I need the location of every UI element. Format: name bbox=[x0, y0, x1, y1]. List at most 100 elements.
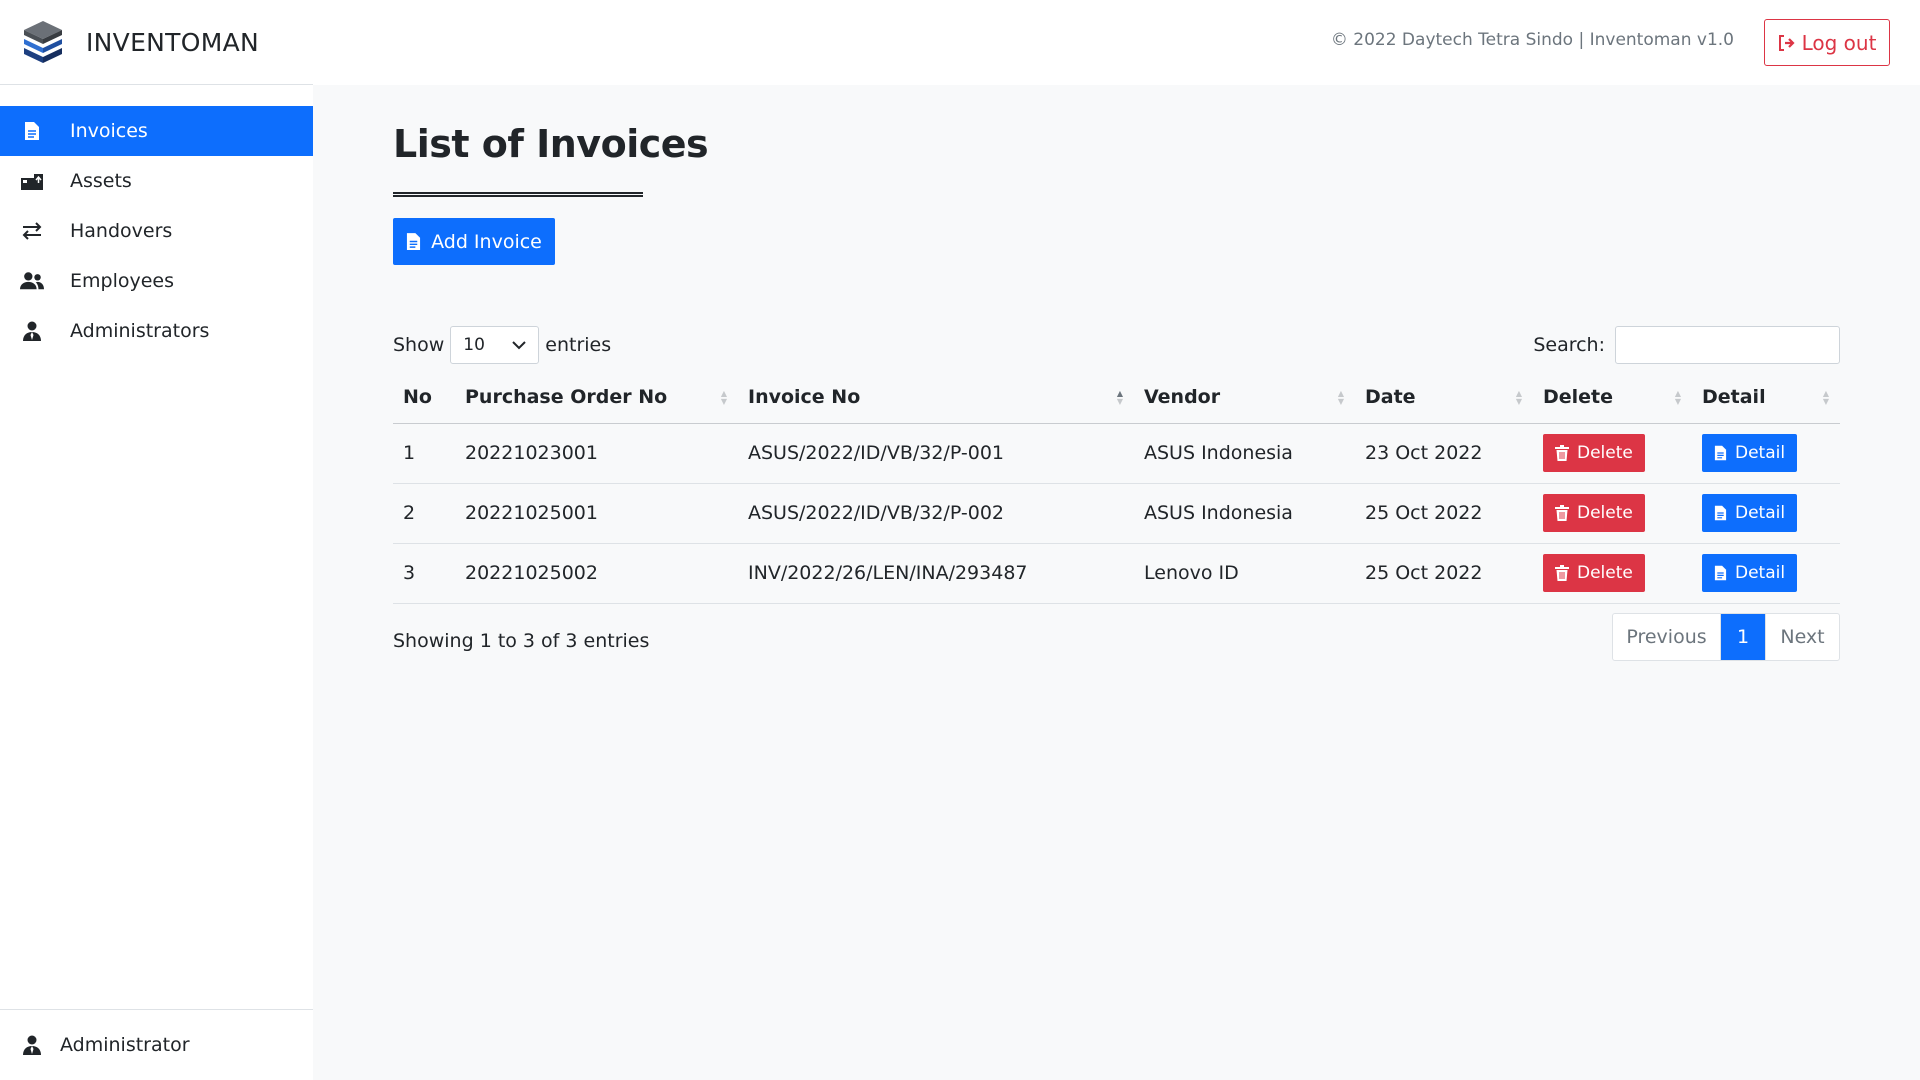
col-po-header[interactable]: Purchase Order No ▲ ▼ bbox=[455, 372, 738, 424]
search-input[interactable] bbox=[1615, 326, 1840, 364]
cell-invoice: ASUS/2022/ID/VB/32/P-002 bbox=[738, 483, 1134, 544]
sidebar-item-handovers[interactable]: Handovers bbox=[0, 206, 313, 256]
page-length-control: Show 10 entries bbox=[393, 326, 611, 364]
sidebar-item-label: Handovers bbox=[70, 220, 173, 242]
sidebar-item-employees[interactable]: Employees bbox=[0, 256, 313, 306]
file-icon bbox=[407, 233, 421, 250]
exchange-icon bbox=[20, 219, 44, 243]
add-invoice-label: Add Invoice bbox=[431, 230, 542, 253]
stack-logo-icon bbox=[24, 21, 62, 63]
cell-no: 2 bbox=[393, 483, 455, 544]
entries-label: entries bbox=[545, 334, 612, 356]
cell-no: 1 bbox=[393, 423, 455, 484]
cell-delete: Delete bbox=[1533, 423, 1692, 484]
trash-icon bbox=[1555, 505, 1569, 521]
delete-label: Delete bbox=[1577, 443, 1633, 463]
delete-button[interactable]: Delete bbox=[1543, 494, 1645, 532]
assets-icon bbox=[20, 169, 44, 193]
col-invoice-label: Invoice No bbox=[748, 386, 861, 409]
cell-date: 25 Oct 2022 bbox=[1355, 543, 1533, 604]
cell-date: 23 Oct 2022 bbox=[1355, 423, 1533, 484]
sidebar-item-administrators[interactable]: Administrators bbox=[0, 306, 313, 356]
pagination: Previous 1 Next bbox=[1612, 613, 1840, 661]
cell-detail: Detail bbox=[1692, 483, 1840, 544]
logout-icon bbox=[1778, 34, 1795, 51]
delete-label: Delete bbox=[1577, 563, 1633, 583]
sidebar-item-label: Employees bbox=[70, 270, 174, 292]
cell-detail: Detail bbox=[1692, 423, 1840, 484]
logout-button[interactable]: Log out bbox=[1764, 19, 1890, 66]
file-icon bbox=[1714, 565, 1727, 581]
cell-no: 3 bbox=[393, 543, 455, 604]
app-name: INVENTOMAN bbox=[86, 27, 259, 57]
sidebar-item-label: Invoices bbox=[70, 120, 148, 142]
sort-asc-icon: ▲ ▼ bbox=[1116, 389, 1124, 406]
cell-po: 20221025001 bbox=[455, 483, 738, 544]
copyright-text: © 2022 Daytech Tetra Sindo | Inventoman … bbox=[1330, 30, 1734, 50]
delete-label: Delete bbox=[1577, 503, 1633, 523]
cell-po: 20221023001 bbox=[455, 423, 738, 484]
delete-button[interactable]: Delete bbox=[1543, 434, 1645, 472]
logout-label: Log out bbox=[1801, 30, 1877, 55]
table-header-row: No Purchase Order No ▲ ▼ Invoice No ▲ ▼ Ve… bbox=[393, 372, 1840, 424]
col-detail-header[interactable]: Detail ▲ ▼ bbox=[1692, 372, 1840, 424]
col-delete-label: Delete bbox=[1543, 386, 1614, 409]
col-detail-label: Detail bbox=[1702, 386, 1766, 409]
cell-invoice: INV/2022/26/LEN/INA/293487 bbox=[738, 543, 1134, 604]
table-info: Showing 1 to 3 of 3 entries bbox=[393, 630, 650, 652]
brand[interactable]: INVENTOMAN bbox=[0, 0, 313, 85]
cell-vendor: Lenovo ID bbox=[1134, 543, 1355, 604]
cell-delete: Delete bbox=[1533, 543, 1692, 604]
cell-po: 20221025002 bbox=[455, 543, 738, 604]
sidebar-item-label: Administrators bbox=[70, 320, 210, 342]
col-delete-header[interactable]: Delete ▲ ▼ bbox=[1533, 372, 1692, 424]
file-icon bbox=[20, 119, 44, 143]
cell-invoice: ASUS/2022/ID/VB/32/P-001 bbox=[738, 423, 1134, 484]
sort-icon: ▲ ▼ bbox=[720, 389, 728, 406]
col-po-label: Purchase Order No bbox=[465, 386, 668, 409]
detail-button[interactable]: Detail bbox=[1702, 554, 1798, 592]
col-no-header[interactable]: No bbox=[393, 372, 455, 424]
trash-icon bbox=[1555, 445, 1569, 461]
detail-label: Detail bbox=[1735, 503, 1786, 523]
sidebar: Invoices Assets Handovers Employees Admi… bbox=[0, 85, 313, 1080]
detail-button[interactable]: Detail bbox=[1702, 494, 1798, 532]
col-vendor-label: Vendor bbox=[1144, 386, 1221, 409]
sidebar-item-assets[interactable]: Assets bbox=[0, 156, 313, 206]
file-icon bbox=[1714, 445, 1727, 461]
table-row: 1 20221023001 ASUS/2022/ID/VB/32/P-001 A… bbox=[393, 423, 1840, 484]
table-row: 2 20221025001 ASUS/2022/ID/VB/32/P-002 A… bbox=[393, 483, 1840, 544]
table-row: 3 20221025002 INV/2022/26/LEN/INA/293487… bbox=[393, 543, 1840, 604]
users-icon bbox=[20, 269, 44, 293]
detail-button[interactable]: Detail bbox=[1702, 434, 1798, 472]
title-divider bbox=[393, 192, 643, 197]
delete-button[interactable]: Delete bbox=[1543, 554, 1645, 592]
cell-detail: Detail bbox=[1692, 543, 1840, 604]
sort-icon: ▲ ▼ bbox=[1337, 389, 1345, 406]
sidebar-item-invoices[interactable]: Invoices bbox=[0, 106, 313, 156]
sidebar-user[interactable]: Administrator bbox=[0, 1009, 313, 1080]
entries-select[interactable]: 10 bbox=[450, 326, 540, 364]
invoices-table: No Purchase Order No ▲ ▼ Invoice No ▲ ▼ Ve… bbox=[393, 372, 1840, 604]
sort-icon: ▲ ▼ bbox=[1674, 389, 1682, 406]
col-date-label: Date bbox=[1365, 386, 1416, 409]
col-date-header[interactable]: Date ▲ ▼ bbox=[1355, 372, 1533, 424]
search-label: Search: bbox=[1533, 334, 1605, 356]
add-invoice-button[interactable]: Add Invoice bbox=[393, 218, 555, 265]
admin-icon bbox=[20, 319, 44, 343]
sort-icon: ▲ ▼ bbox=[1515, 389, 1523, 406]
pagination-next[interactable]: Next bbox=[1765, 614, 1839, 660]
search-control: Search: bbox=[1533, 326, 1840, 364]
trash-icon bbox=[1555, 565, 1569, 581]
sort-icon: ▲ ▼ bbox=[1822, 389, 1830, 406]
top-bar: INVENTOMAN © 2022 Daytech Tetra Sindo | … bbox=[0, 0, 1920, 85]
entries-value: 10 bbox=[463, 335, 485, 355]
cell-date: 25 Oct 2022 bbox=[1355, 483, 1533, 544]
show-label: Show bbox=[393, 334, 445, 356]
col-invoice-header[interactable]: Invoice No ▲ ▼ bbox=[738, 372, 1134, 424]
col-vendor-header[interactable]: Vendor ▲ ▼ bbox=[1134, 372, 1355, 424]
pagination-page-1[interactable]: 1 bbox=[1721, 614, 1765, 660]
chevron-down-icon bbox=[512, 340, 526, 349]
detail-label: Detail bbox=[1735, 563, 1786, 583]
pagination-previous[interactable]: Previous bbox=[1613, 614, 1721, 660]
